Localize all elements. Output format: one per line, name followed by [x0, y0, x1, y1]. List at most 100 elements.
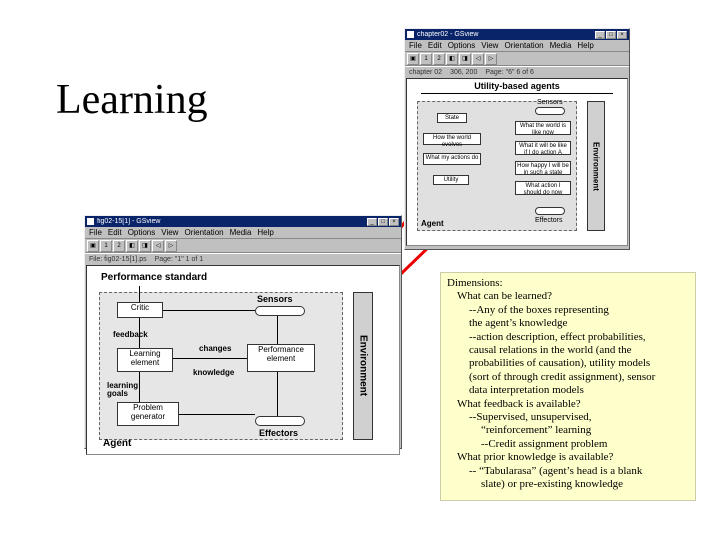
- canvas: Utility-based agents Sensors State How t…: [406, 78, 628, 246]
- note-line: data interpretation models: [447, 384, 689, 397]
- menu-help[interactable]: Help: [577, 41, 593, 50]
- titlebar[interactable]: fig02-15[1] - GSview _ □ ×: [85, 216, 401, 227]
- toolbar-button[interactable]: ▷: [165, 240, 177, 252]
- sensors-box: [535, 107, 565, 115]
- menu-options[interactable]: Options: [128, 228, 156, 237]
- note-line: --Any of the boxes representing: [447, 304, 689, 317]
- toolbar-button[interactable]: 1: [420, 53, 432, 65]
- label-feedback: feedback: [113, 330, 148, 339]
- note-q3: What prior knowledge is available?: [447, 451, 689, 464]
- menu-view[interactable]: View: [161, 228, 178, 237]
- label-agent: Agent: [103, 438, 131, 449]
- arrow: [139, 372, 140, 402]
- window-title: fig02-15[1] - GSview: [97, 218, 364, 225]
- menu-orientation[interactable]: Orientation: [504, 41, 543, 50]
- arrow: [173, 358, 247, 359]
- close-button[interactable]: ×: [389, 218, 399, 226]
- toolbar-button[interactable]: ◨: [459, 53, 471, 65]
- sensors-box: [255, 306, 305, 316]
- menu-edit[interactable]: Edit: [108, 228, 122, 237]
- how-evolves-box: How the world evolves: [423, 133, 481, 145]
- note-line: (sort of through credit assignment), sen…: [447, 371, 689, 384]
- toolbar-button[interactable]: ◧: [446, 53, 458, 65]
- window-learning-agent: fig02-15[1] - GSview _ □ × File Edit Opt…: [84, 215, 402, 449]
- arrow: [179, 414, 255, 415]
- note-line: -- “Tabularasa” (agent’s head is a blank: [447, 465, 689, 478]
- effectors-box: [255, 416, 305, 426]
- environment-box: Environment: [587, 101, 605, 231]
- menu-file[interactable]: File: [89, 228, 102, 237]
- menu-view[interactable]: View: [481, 41, 498, 50]
- label-learning-goals: learning goals: [107, 382, 151, 398]
- window-title: chapter02 - GSview: [417, 31, 592, 38]
- maximize-button[interactable]: □: [606, 31, 616, 39]
- menu-options[interactable]: Options: [448, 41, 476, 50]
- menu-file[interactable]: File: [409, 41, 422, 50]
- minimize-button[interactable]: _: [367, 218, 377, 226]
- toolbar-button[interactable]: ▣: [87, 240, 99, 252]
- learning-element-box: Learning element: [117, 348, 173, 372]
- status-file: chapter 02: [409, 69, 442, 76]
- label-effectors: Effectors: [535, 217, 563, 224]
- toolbar-button[interactable]: 1: [100, 240, 112, 252]
- note-line: slate) or pre-existing knowledge: [447, 478, 689, 491]
- arrow: [277, 316, 278, 344]
- menu-media[interactable]: Media: [550, 41, 572, 50]
- titlebar[interactable]: chapter02 - GSview _ □ ×: [405, 29, 629, 40]
- statusbar: File: fig02-15[1].ps Page: "1" 1 of 1: [85, 253, 401, 264]
- utility-box: Utility: [433, 175, 469, 185]
- minimize-button[interactable]: _: [595, 31, 605, 39]
- critic-box: Critic: [117, 302, 163, 318]
- world-now-box: What the world is like now: [515, 121, 571, 135]
- toolbar-button[interactable]: ◨: [139, 240, 151, 252]
- arrow: [139, 318, 140, 348]
- state-box: State: [437, 113, 467, 123]
- toolbar-button[interactable]: 2: [113, 240, 125, 252]
- environment-box: Environment: [353, 292, 373, 440]
- arrow: [277, 372, 278, 416]
- status-file: File: fig02-15[1].ps: [89, 256, 147, 263]
- canvas: Performance standard Critic Sensors feed…: [86, 265, 400, 455]
- status-coords: 306, 200: [450, 69, 477, 76]
- toolbar-button[interactable]: ◁: [152, 240, 164, 252]
- label-sensors: Sensors: [537, 99, 563, 106]
- note-q1: What can be learned?: [447, 290, 689, 303]
- toolbar: ▣ 1 2 ◧ ◨ ◁ ▷: [405, 52, 629, 66]
- note-line: “reinforcement” learning: [447, 424, 689, 437]
- maximize-button[interactable]: □: [378, 218, 388, 226]
- toolbar-button[interactable]: ◁: [472, 53, 484, 65]
- note-heading: Dimensions:: [447, 277, 689, 290]
- note-line: causal relations in the world (and the: [447, 344, 689, 357]
- dimensions-note: Dimensions: What can be learned? --Any o…: [440, 272, 696, 501]
- label-sensors: Sensors: [257, 294, 293, 304]
- problem-generator-box: Problem generator: [117, 402, 179, 426]
- menubar[interactable]: File Edit Options View Orientation Media…: [85, 227, 401, 239]
- toolbar-button[interactable]: ◧: [126, 240, 138, 252]
- slide-title: Learning: [56, 76, 208, 124]
- close-button[interactable]: ×: [617, 31, 627, 39]
- status-page: Page: "6" 6 of 6: [485, 69, 534, 76]
- arrow: [139, 286, 140, 302]
- label-knowledge: knowledge: [193, 368, 234, 377]
- performance-element-box: Performance element: [247, 344, 315, 372]
- menu-media[interactable]: Media: [230, 228, 252, 237]
- effectors-box: [535, 207, 565, 215]
- note-line: --action description, effect probabiliti…: [447, 331, 689, 344]
- toolbar-button[interactable]: 2: [433, 53, 445, 65]
- world-ifA-box: What it will be like if I do action A: [515, 141, 571, 155]
- label-effectors: Effectors: [259, 428, 298, 438]
- statusbar: chapter 02 306, 200 Page: "6" 6 of 6: [405, 66, 629, 77]
- action-now-box: What action I should do now: [515, 181, 571, 195]
- menubar[interactable]: File Edit Options View Orientation Media…: [405, 40, 629, 52]
- note-line: the agent’s knowledge: [447, 317, 689, 330]
- window-utility-agent: chapter02 - GSview _ □ × File Edit Optio…: [404, 28, 630, 250]
- toolbar-button[interactable]: ▷: [485, 53, 497, 65]
- menu-edit[interactable]: Edit: [428, 41, 442, 50]
- happy-box: How happy I will be in such a state: [515, 161, 571, 175]
- label-changes: changes: [199, 344, 231, 353]
- status-page: Page: "1" 1 of 1: [155, 256, 204, 263]
- menu-orientation[interactable]: Orientation: [184, 228, 223, 237]
- menu-help[interactable]: Help: [257, 228, 273, 237]
- toolbar-button[interactable]: ▣: [407, 53, 419, 65]
- label-agent: Agent: [421, 219, 444, 228]
